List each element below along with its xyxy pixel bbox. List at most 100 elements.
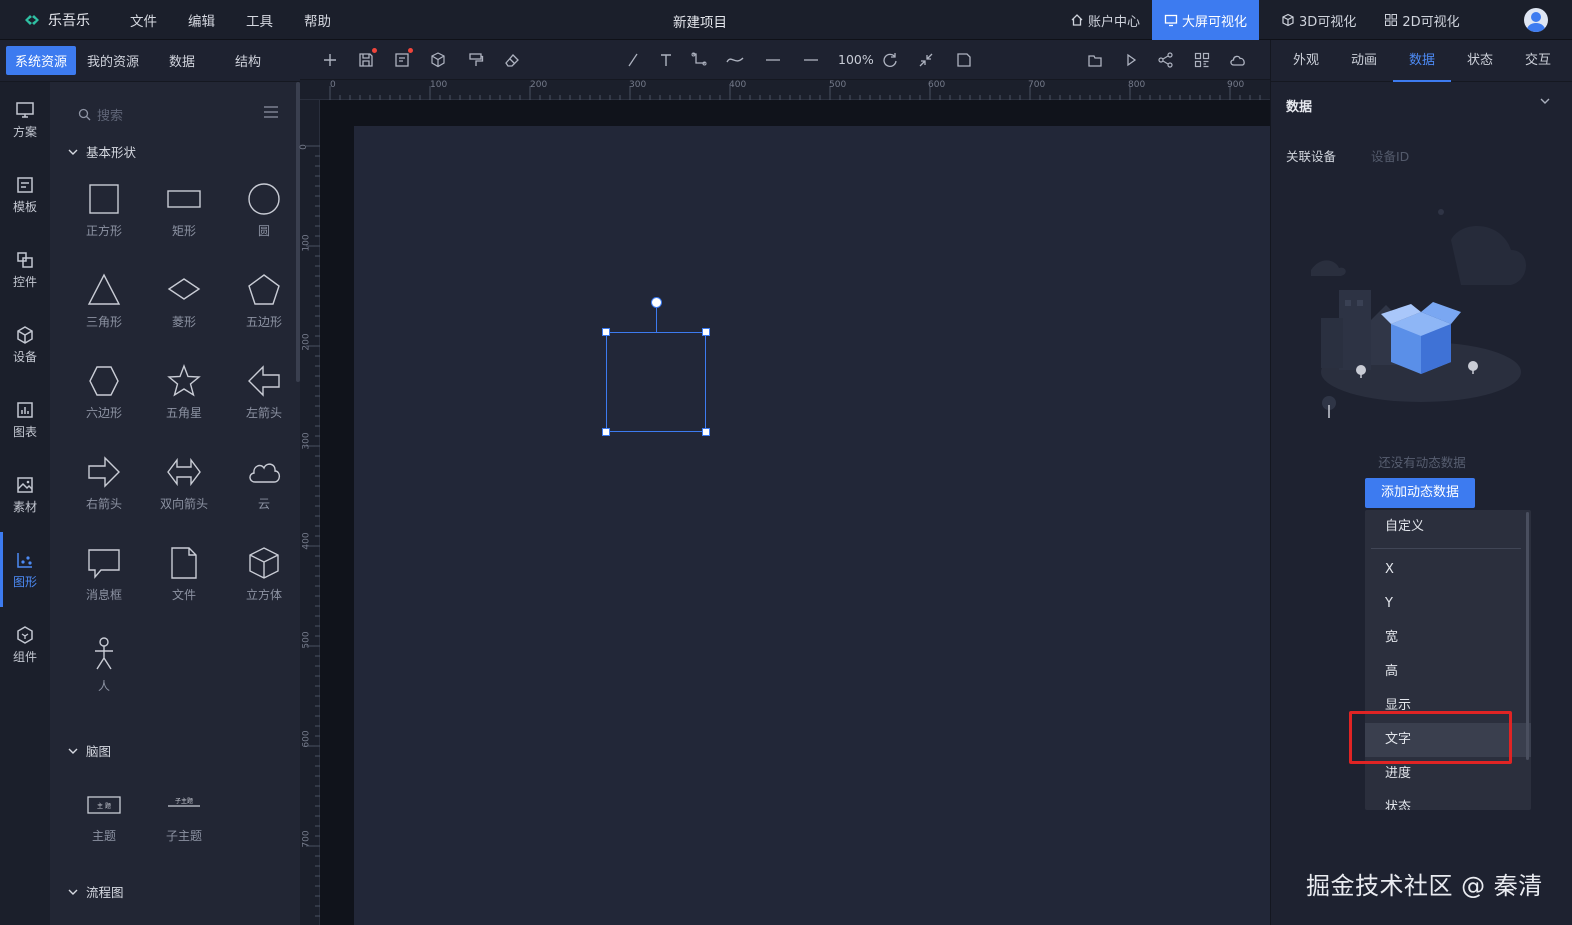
text-tool[interactable]: [657, 51, 675, 69]
section-flowchart[interactable]: 流程图: [68, 882, 124, 901]
ruler-label: 600: [301, 730, 312, 748]
shape-left-arrow[interactable]: 左箭头: [224, 356, 300, 447]
shape-double-arrow[interactable]: 双向箭头: [144, 447, 224, 538]
section-mind-map[interactable]: 脑图: [68, 741, 111, 760]
dropdown-item-status[interactable]: 状态: [1365, 791, 1531, 810]
tab-data[interactable]: 数据: [160, 46, 204, 75]
shape-label: 右箭头: [85, 497, 122, 511]
rail-item-material[interactable]: 素材: [0, 457, 50, 532]
add-button[interactable]: [321, 51, 339, 69]
shape-label: 六边形: [85, 406, 122, 420]
line-tool[interactable]: [624, 51, 642, 69]
lock-ratio-button[interactable]: [955, 51, 973, 69]
shape-subtopic[interactable]: 子主题 子主题: [144, 779, 224, 870]
tab-animation[interactable]: 动画: [1335, 40, 1393, 82]
rail-item-plan[interactable]: 方案: [0, 82, 50, 157]
rail-item-device[interactable]: 设备: [0, 307, 50, 382]
refresh-icon: [883, 53, 897, 67]
preview-button[interactable]: [1122, 51, 1140, 69]
page-button[interactable]: [393, 48, 413, 69]
project-title[interactable]: 新建项目: [600, 11, 800, 31]
eraser-button[interactable]: [503, 51, 521, 69]
qrcode-button[interactable]: [1193, 51, 1211, 69]
search-input[interactable]: 搜索: [78, 104, 278, 124]
rail-item-component[interactable]: 组件: [0, 607, 50, 682]
menu-edit[interactable]: 编辑: [188, 10, 215, 30]
shape-square[interactable]: 正方形: [64, 174, 144, 265]
shape-right-arrow[interactable]: 右箭头: [64, 447, 144, 538]
shapes-icon: [17, 552, 32, 568]
dropdown-item-x[interactable]: X: [1365, 553, 1531, 587]
dropdown-item-height[interactable]: 高: [1365, 655, 1531, 689]
open-button[interactable]: [1086, 51, 1104, 69]
shape-hexagon[interactable]: 六边形: [64, 356, 144, 447]
menu-help[interactable]: 帮助: [304, 10, 331, 30]
menu-icon[interactable]: [264, 106, 278, 118]
line-start-style[interactable]: [764, 51, 782, 69]
tab-bigscreen[interactable]: 大屏可视化: [1152, 0, 1260, 40]
tab-system-resources[interactable]: 系统资源: [6, 46, 77, 75]
shape-star[interactable]: 五角星: [144, 356, 224, 447]
dropdown-item-y[interactable]: Y: [1365, 587, 1531, 621]
rail-item-template[interactable]: 模板: [0, 157, 50, 232]
resize-handle-top-left[interactable]: [602, 328, 610, 336]
corner-icon: [957, 53, 971, 67]
tab-account-center[interactable]: 账户中心: [1058, 0, 1152, 40]
line-end-style[interactable]: [802, 51, 820, 69]
share-button[interactable]: [1157, 51, 1175, 69]
zoom-level[interactable]: 100%: [838, 52, 874, 67]
curve-tool[interactable]: [726, 51, 744, 69]
rail-item-shapes[interactable]: 图形: [0, 532, 50, 607]
file-icon: [171, 547, 197, 579]
dropdown-item-custom[interactable]: 自定义: [1365, 510, 1531, 544]
format-painter-button[interactable]: [467, 51, 485, 69]
rail-label: 图表: [12, 424, 37, 439]
save-button[interactable]: [357, 48, 377, 69]
tab-interaction[interactable]: 交互: [1509, 40, 1567, 82]
fit-button[interactable]: [917, 51, 935, 69]
avatar[interactable]: [1524, 8, 1548, 32]
rail-item-chart[interactable]: 图表: [0, 382, 50, 457]
dropdown-scrollbar[interactable]: [1526, 512, 1529, 760]
tab-structure[interactable]: 结构: [226, 46, 270, 75]
shape-pentagon[interactable]: 五边形: [224, 265, 300, 356]
empty-data-illustration: [1311, 209, 1526, 418]
cloud-button[interactable]: [1229, 51, 1247, 69]
shape-cube[interactable]: 立方体: [224, 538, 300, 629]
app-logo[interactable]: 乐吾乐: [22, 10, 90, 30]
tab-2d[interactable]: 2D可视化: [1372, 0, 1471, 40]
shape-file[interactable]: 文件: [144, 538, 224, 629]
shape-rectangle[interactable]: 矩形: [144, 174, 224, 265]
tab-state[interactable]: 状态: [1451, 40, 1509, 82]
data-section-title[interactable]: 数据: [1286, 96, 1312, 115]
device-id-input[interactable]: 设备ID: [1371, 146, 1409, 165]
polyline-tool[interactable]: [690, 51, 708, 69]
resize-handle-bottom-left[interactable]: [602, 428, 610, 436]
dropdown-item-width[interactable]: 宽: [1365, 621, 1531, 655]
cube-button[interactable]: [429, 51, 447, 69]
shape-person[interactable]: 人: [64, 629, 144, 720]
shape-diamond[interactable]: 菱形: [144, 265, 224, 356]
tab-data[interactable]: 数据: [1393, 40, 1451, 82]
rail-item-widget[interactable]: 控件: [0, 232, 50, 307]
shape-circle[interactable]: 圆: [224, 174, 300, 265]
rotate-handle[interactable]: [651, 297, 662, 308]
shape-topic[interactable]: 主 题 主题: [64, 779, 144, 870]
resize-handle-top-right[interactable]: [702, 328, 710, 336]
ruler-label: 400: [729, 80, 747, 90]
resize-handle-bottom-right[interactable]: [702, 428, 710, 436]
shape-cloud[interactable]: 云: [224, 447, 300, 538]
shape-message-box[interactable]: 消息框: [64, 538, 144, 629]
add-dynamic-data-button[interactable]: 添加动态数据: [1365, 478, 1475, 508]
canvas-page[interactable]: [354, 126, 1270, 925]
menu-tools[interactable]: 工具: [246, 10, 273, 30]
menu-file[interactable]: 文件: [130, 10, 157, 30]
selected-square-shape[interactable]: [606, 332, 706, 432]
chevron-down-icon[interactable]: [1539, 96, 1551, 106]
tab-appearance[interactable]: 外观: [1277, 40, 1335, 82]
tab-my-resources[interactable]: 我的资源: [78, 46, 148, 75]
reset-zoom-button[interactable]: [881, 51, 899, 69]
tab-3d[interactable]: 3D可视化: [1269, 0, 1368, 40]
section-basic-shapes[interactable]: 基本形状: [68, 142, 136, 161]
shape-triangle[interactable]: 三角形: [64, 265, 144, 356]
